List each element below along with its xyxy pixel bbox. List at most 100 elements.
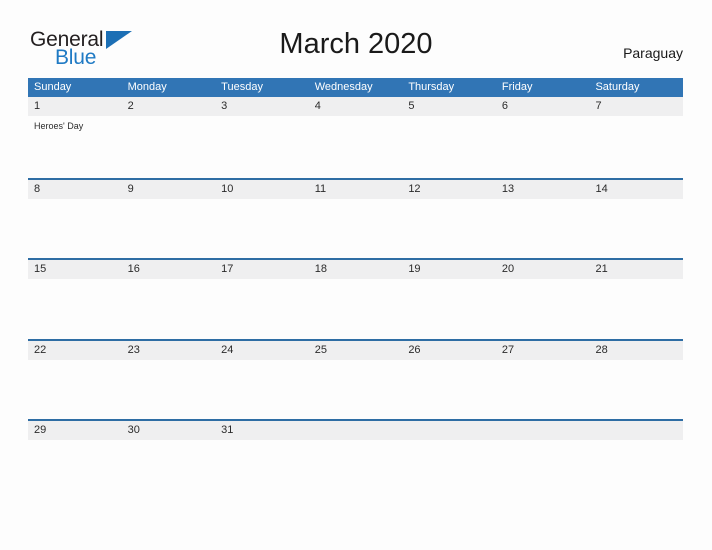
day-event-cell (309, 360, 403, 419)
day-number: 24 (221, 343, 234, 356)
day-cell (496, 421, 590, 440)
day-cell[interactable]: 4 (309, 97, 403, 116)
day-number: 27 (501, 343, 515, 356)
week-date-band: 29 30 31 (28, 421, 683, 440)
day-cell[interactable]: 10 (215, 180, 309, 199)
day-cell[interactable]: 13 (496, 180, 590, 199)
weekday-header-tuesday: Tuesday (221, 81, 263, 93)
week-date-band: 15 16 17 18 19 20 21 (28, 260, 683, 279)
week-event-band (28, 440, 683, 499)
day-number: 16 (127, 263, 140, 275)
calendar-week-row: 15 16 17 18 19 20 21 (28, 258, 683, 339)
day-event-cell (402, 279, 496, 338)
day-cell[interactable]: 22 (28, 341, 122, 360)
week-event-band: Heroes' Day (28, 116, 683, 175)
week-date-band: 1 2 3 4 5 6 7 (28, 97, 683, 116)
day-cell[interactable]: 7 (589, 97, 683, 116)
day-event-cell (496, 279, 590, 338)
day-cell[interactable]: 19 (402, 260, 496, 279)
day-number: 25 (314, 343, 327, 356)
day-cell[interactable]: 20 (496, 260, 590, 279)
page-title: March 2020 (279, 28, 433, 60)
day-event-cell (215, 199, 309, 258)
day-cell[interactable]: 11 (309, 180, 403, 199)
calendar-week-row: 8 9 10 11 12 13 14 (28, 177, 683, 258)
day-event-cell (589, 279, 683, 338)
day-event-cell (215, 279, 309, 338)
day-cell[interactable]: 24 (215, 341, 309, 360)
day-cell[interactable]: 6 (496, 97, 590, 116)
day-cell[interactable]: 14 (589, 180, 683, 199)
page-header: General Blue March 2020 Paraguay (0, 0, 712, 76)
day-cell (309, 421, 403, 440)
day-event-cell (402, 116, 496, 175)
day-number: 1 (34, 100, 41, 112)
day-event-cell (28, 440, 122, 499)
day-cell (589, 421, 683, 440)
day-cell[interactable]: 21 (589, 260, 683, 279)
day-event-cell (402, 199, 496, 258)
day-number: 26 (408, 343, 421, 356)
day-event-cell (496, 116, 590, 175)
day-cell[interactable]: 8 (28, 180, 122, 199)
day-cell (402, 421, 496, 440)
weekday-header-monday: Monday (127, 81, 167, 93)
day-event-cell (589, 440, 683, 499)
day-cell[interactable]: 29 (28, 421, 122, 440)
day-event-cell (215, 440, 309, 499)
day-number: 14 (595, 182, 608, 195)
week-date-band: 22 23 24 25 26 27 28 (28, 340, 683, 360)
day-event-cell (122, 116, 216, 175)
day-cell[interactable]: 2 (122, 97, 216, 116)
day-cell[interactable]: 31 (215, 421, 309, 440)
day-event-cell (122, 360, 216, 419)
day-number: 11 (314, 182, 327, 195)
day-number: 4 (314, 100, 321, 112)
day-cell[interactable]: 1 (28, 97, 122, 116)
weekday-header-friday: Friday (501, 81, 533, 93)
day-event-cell (589, 360, 683, 419)
day-number: 7 (595, 100, 602, 112)
week-date-band: 8 9 10 11 12 13 14 (28, 179, 683, 199)
day-cell[interactable]: 3 (215, 97, 309, 116)
day-cell[interactable]: 16 (122, 260, 216, 279)
day-event-cell (402, 440, 496, 499)
day-number: 2 (127, 100, 134, 112)
day-number: 28 (595, 343, 608, 356)
day-number: 19 (408, 263, 421, 275)
day-cell[interactable]: 30 (122, 421, 216, 440)
day-number: 22 (34, 343, 47, 356)
day-number: 30 (127, 424, 140, 436)
calendar-week-row: 29 30 31 (28, 419, 683, 500)
calendar-week-row: 1 2 3 4 5 6 7 Heroes' Day (28, 97, 683, 178)
day-cell[interactable]: 25 (309, 341, 403, 360)
day-number: 5 (408, 100, 415, 112)
day-number: 20 (501, 263, 515, 275)
day-number: 15 (34, 263, 47, 275)
day-cell[interactable]: 12 (402, 180, 496, 199)
day-cell[interactable]: 17 (215, 260, 309, 279)
day-cell[interactable]: 15 (28, 260, 122, 279)
day-event-cell[interactable]: Heroes' Day (28, 116, 122, 175)
week-event-band (28, 360, 683, 419)
day-number: 18 (314, 263, 327, 275)
weekday-header-thursday: Thursday (408, 81, 455, 93)
day-event-cell (122, 199, 216, 258)
day-number: 9 (127, 182, 134, 195)
day-cell[interactable]: 28 (589, 341, 683, 360)
day-event-cell (496, 360, 590, 419)
weekday-header-wednesday: Wednesday (314, 81, 373, 93)
day-event-cell (496, 199, 590, 258)
day-cell[interactable]: 23 (122, 341, 216, 360)
day-cell[interactable]: 5 (402, 97, 496, 116)
day-cell[interactable]: 27 (496, 341, 590, 360)
day-number: 29 (34, 424, 47, 436)
day-cell[interactable]: 26 (402, 341, 496, 360)
holiday-label: Heroes' Day (34, 121, 84, 131)
day-cell[interactable]: 9 (122, 180, 216, 199)
day-number: 12 (408, 182, 421, 195)
weekday-header-row: Sunday Monday Tuesday Wednesday Thursday… (28, 78, 683, 97)
week-event-band (28, 279, 683, 338)
day-event-cell (309, 440, 403, 499)
day-cell[interactable]: 18 (309, 260, 403, 279)
